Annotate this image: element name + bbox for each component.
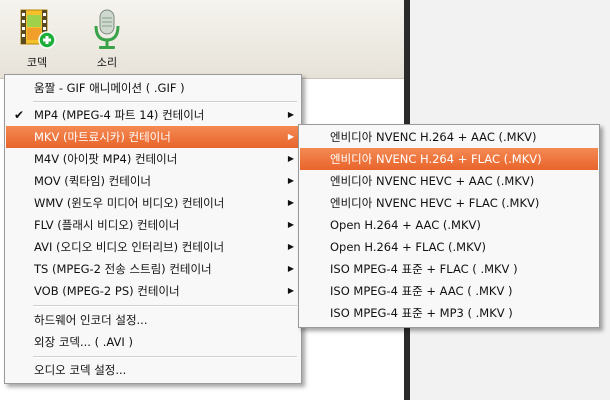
submenu-item[interactable]: Open H.264 + AAC (.MKV) (300, 214, 598, 236)
menu-item-ts[interactable]: TS (MPEG-2 전송 스트림) 컨테이너 ▶ (6, 258, 300, 280)
submenu-item[interactable]: 엔비디아 NVENC H.264 + FLAC (.MKV) (300, 148, 598, 170)
menu-item-m4v[interactable]: M4V (아이팟 MP4) 컨테이너 ▶ (6, 148, 300, 170)
chevron-right-icon: ▶ (287, 110, 294, 119)
submenu-item[interactable]: ISO MPEG-4 표준 + MP3 ( .MKV ) (300, 302, 598, 324)
mkv-submenu: 엔비디아 NVENC H.264 + AAC (.MKV) 엔비디아 NVENC… (298, 124, 600, 328)
submenu-item[interactable]: ISO MPEG-4 표준 + FLAC ( .MKV ) (300, 258, 598, 280)
menu-item-wmv[interactable]: WMV (윈도우 미디어 비디오) 컨테이너 ▶ (6, 192, 300, 214)
chevron-right-icon: ▶ (287, 286, 294, 295)
menu-separator (33, 356, 297, 358)
menu-separator (33, 101, 297, 103)
chevron-right-icon: ▶ (287, 264, 294, 273)
menu-separator (33, 305, 297, 307)
chevron-right-icon: ▶ (287, 198, 294, 207)
sound-tool-button[interactable]: 소리 (82, 6, 132, 70)
submenu-item[interactable]: Open H.264 + FLAC (.MKV) (300, 236, 598, 258)
chevron-right-icon: ▶ (287, 220, 294, 229)
submenu-item[interactable]: 엔비디아 NVENC HEVC + AAC (.MKV) (300, 170, 598, 192)
menu-item-hardware-encoder[interactable]: 하드웨어 인코더 설정... (6, 309, 300, 331)
menu-item-avi[interactable]: AVI (오디오 비디오 인터리브) 컨테이너 ▶ (6, 236, 300, 258)
codec-label: 코덱 (26, 56, 48, 69)
codec-menu: 움짤 - GIF 애니메이션 ( .GIF ) ✔ MP4 (MPEG-4 파트 … (4, 74, 302, 384)
checkmark-icon: ✔ (14, 108, 25, 122)
menu-item-vob[interactable]: VOB (MPEG-2 PS) 컨테이너 ▶ (6, 280, 300, 302)
menu-item-gif[interactable]: 움짤 - GIF 애니메이션 ( .GIF ) (6, 77, 300, 99)
chevron-right-icon: ▶ (287, 242, 294, 251)
menu-item-audio-codec[interactable]: 오디오 코덱 설정... (6, 359, 300, 381)
toolbar: 코덱 소리 (0, 0, 404, 79)
menu-item-flv[interactable]: FLV (플래시 비디오) 컨테이너 ▶ (6, 214, 300, 236)
menu-item-mov[interactable]: MOV (퀵타임) 컨테이너 ▶ (6, 170, 300, 192)
microphone-icon (87, 6, 127, 52)
film-codec-icon (17, 6, 57, 52)
chevron-right-icon: ▶ (287, 132, 294, 141)
codec-tool-button[interactable]: 코덱 (12, 6, 62, 70)
chevron-right-icon: ▶ (287, 176, 294, 185)
menu-item-external-codec[interactable]: 외장 코덱... ( .AVI ) (6, 331, 300, 353)
chevron-right-icon: ▶ (287, 154, 294, 163)
submenu-item[interactable]: 엔비디아 NVENC H.264 + AAC (.MKV) (300, 126, 598, 148)
sound-label: 소리 (96, 56, 118, 69)
submenu-item[interactable]: 엔비디아 NVENC HEVC + FLAC (.MKV) (300, 192, 598, 214)
menu-item-mkv[interactable]: MKV (마트료시카) 컨테이너 ▶ (6, 126, 300, 148)
menu-item-mp4[interactable]: ✔ MP4 (MPEG-4 파트 14) 컨테이너 ▶ (6, 104, 300, 126)
submenu-item[interactable]: ISO MPEG-4 표준 + AAC ( .MKV ) (300, 280, 598, 302)
